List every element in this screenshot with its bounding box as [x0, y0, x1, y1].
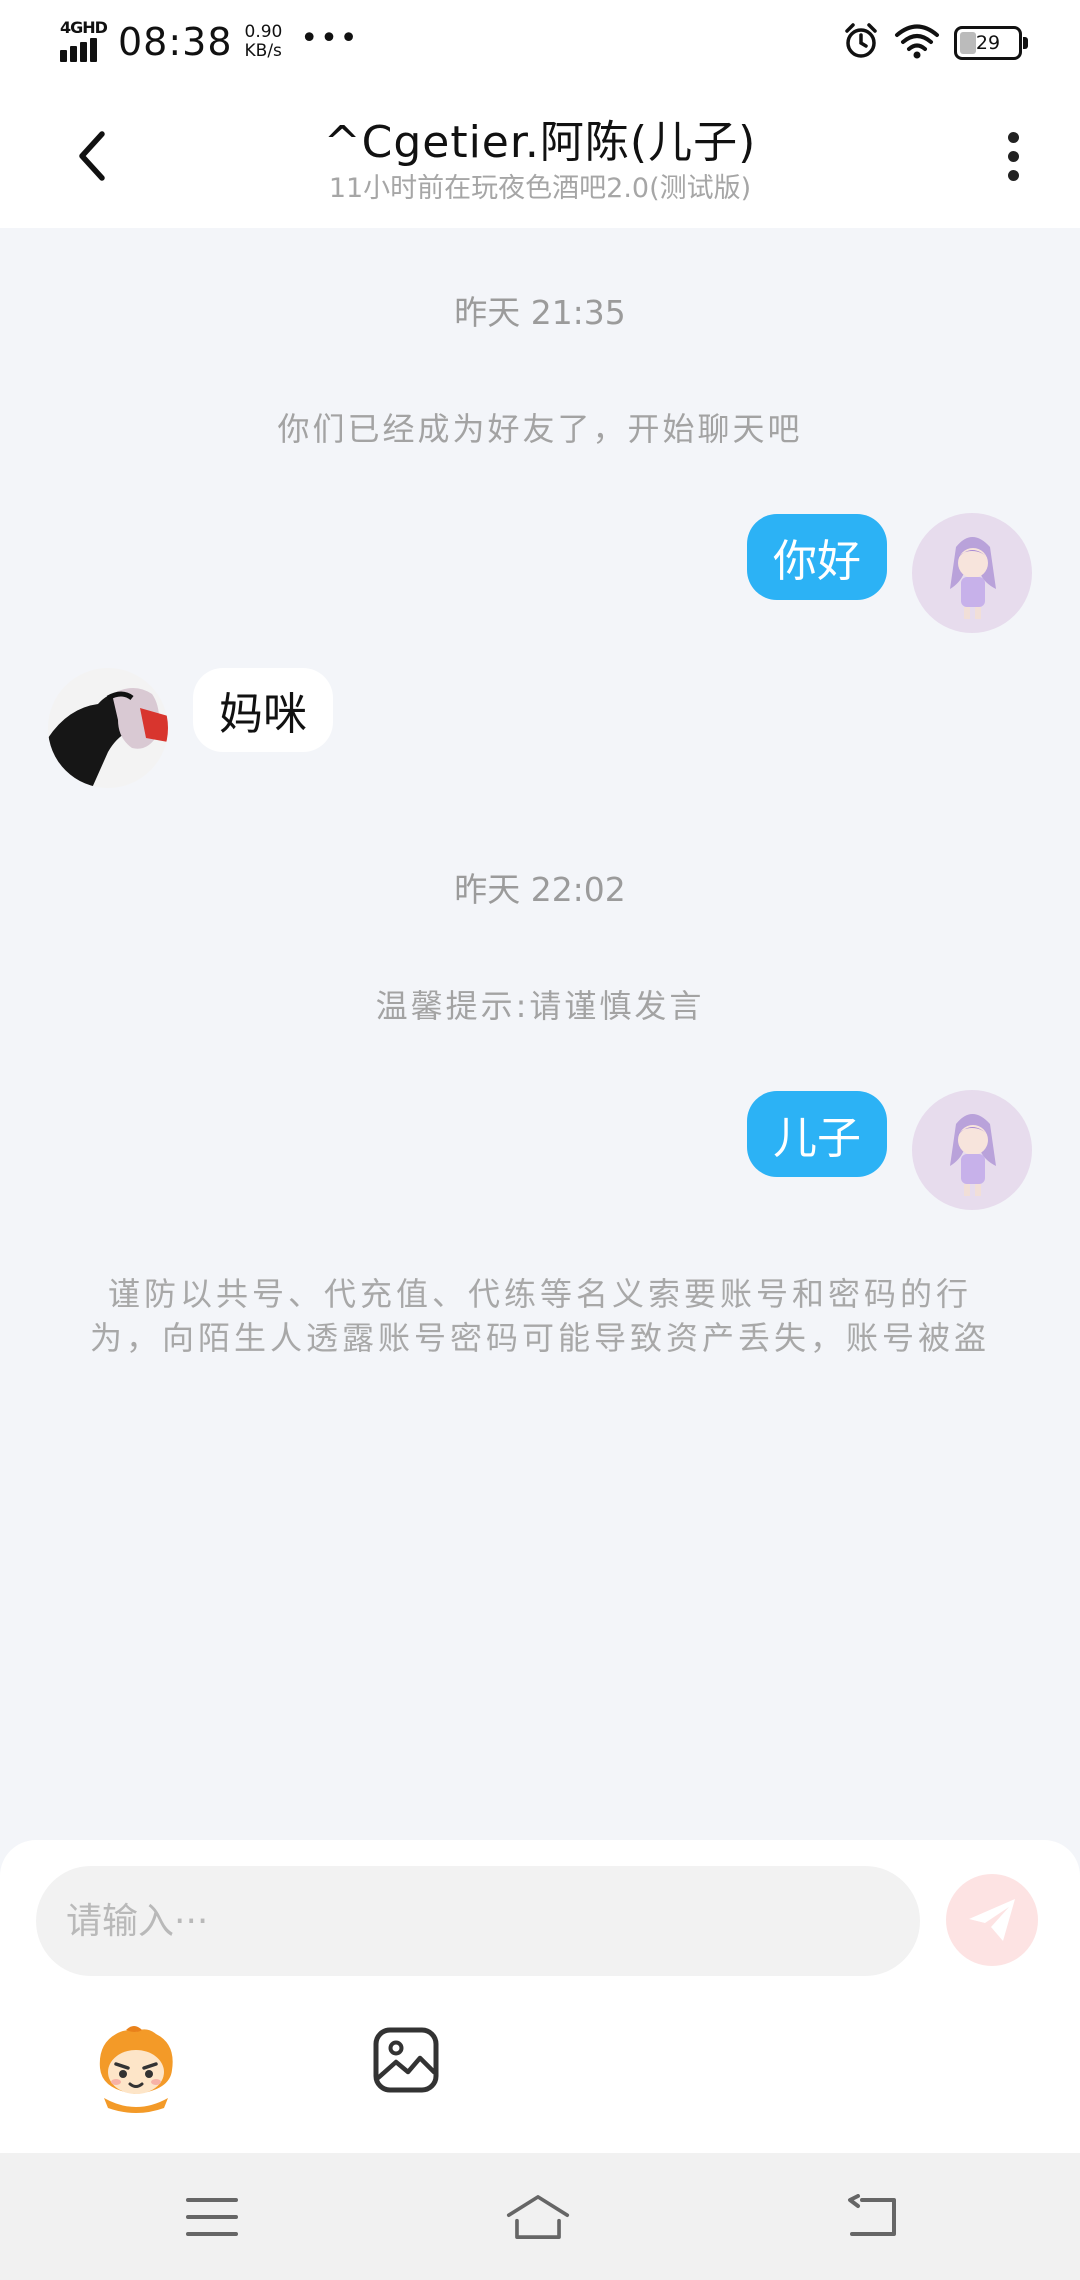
- back-button[interactable]: [60, 124, 124, 188]
- status-bar: 4GHD 08:38 0.90 KB/s ••• 29: [0, 0, 1080, 84]
- status-right: 29: [842, 18, 1028, 68]
- speed-unit: KB/s: [244, 41, 282, 61]
- my-avatar[interactable]: [912, 513, 1032, 633]
- emoji-icon: [99, 2026, 173, 2113]
- timestamp: 昨天 22:02: [454, 870, 626, 909]
- incoming-message[interactable]: 妈咪: [193, 668, 333, 752]
- send-button[interactable]: [946, 1874, 1038, 1966]
- nav-back-button[interactable]: [840, 2187, 904, 2247]
- timestamp: 昨天 21:35: [454, 293, 626, 332]
- nav-home-button[interactable]: [506, 2187, 570, 2247]
- my-avatar[interactable]: [912, 1090, 1032, 1210]
- battery-icon: 29: [954, 26, 1028, 60]
- status-time: 08:38: [118, 20, 233, 64]
- system-nav-bar: [0, 2153, 1080, 2280]
- more-options-button[interactable]: [988, 122, 1038, 190]
- more-notifications-icon: •••: [300, 20, 360, 56]
- network-type: 4GHD: [60, 18, 108, 37]
- back-arrow-icon: [79, 131, 105, 181]
- nav-menu-button[interactable]: [180, 2187, 244, 2247]
- menu-icon: [186, 2198, 238, 2236]
- chat-screen: 4GHD 08:38 0.90 KB/s ••• 29 ^Cgetier.阿陈(…: [0, 0, 1080, 2280]
- contact-name: ^Cgetier.阿陈(儿子): [323, 117, 757, 168]
- wifi-icon: [894, 22, 940, 64]
- message-list[interactable]: 昨天 21:35 你们已经成为好友了，开始聊天吧 你好 妈咪 昨天 22:02 …: [0, 228, 1080, 1840]
- signal-icon: 4GHD: [58, 18, 108, 66]
- chat-header: ^Cgetier.阿陈(儿子) 11小时前在玩夜色酒吧2.0(测试版): [0, 84, 1080, 228]
- speed-value: 0.90: [244, 22, 283, 42]
- message-input[interactable]: [36, 1866, 920, 1976]
- outgoing-message[interactable]: 你好: [747, 514, 887, 600]
- home-icon: [506, 2195, 570, 2239]
- alarm-icon: [842, 22, 880, 64]
- input-panel: [0, 1840, 1080, 2153]
- image-icon: [373, 2027, 439, 2093]
- emoji-button[interactable]: [90, 2024, 182, 2114]
- security-warning: 谨防以共号、代充值、代练等名义索要账号和密码的行为，向陌生人透露账号密码可能导致…: [90, 1275, 991, 1357]
- battery-level: 29: [975, 32, 1001, 54]
- image-button[interactable]: [372, 2026, 440, 2094]
- status-left: 4GHD 08:38 0.90 KB/s •••: [58, 14, 359, 70]
- more-vertical-icon: [1007, 131, 1019, 143]
- back-icon: [848, 2194, 896, 2236]
- send-icon: [969, 1899, 1015, 1941]
- contact-avatar[interactable]: [48, 668, 168, 788]
- outgoing-message[interactable]: 儿子: [747, 1091, 887, 1177]
- network-speed: 0.90 KB/s: [245, 23, 283, 61]
- contact-status: 11小时前在玩夜色酒吧2.0(测试版): [328, 173, 752, 204]
- system-message: 你们已经成为好友了，开始聊天吧: [277, 410, 803, 448]
- system-tip: 温馨提示:请谨慎发言: [375, 987, 705, 1025]
